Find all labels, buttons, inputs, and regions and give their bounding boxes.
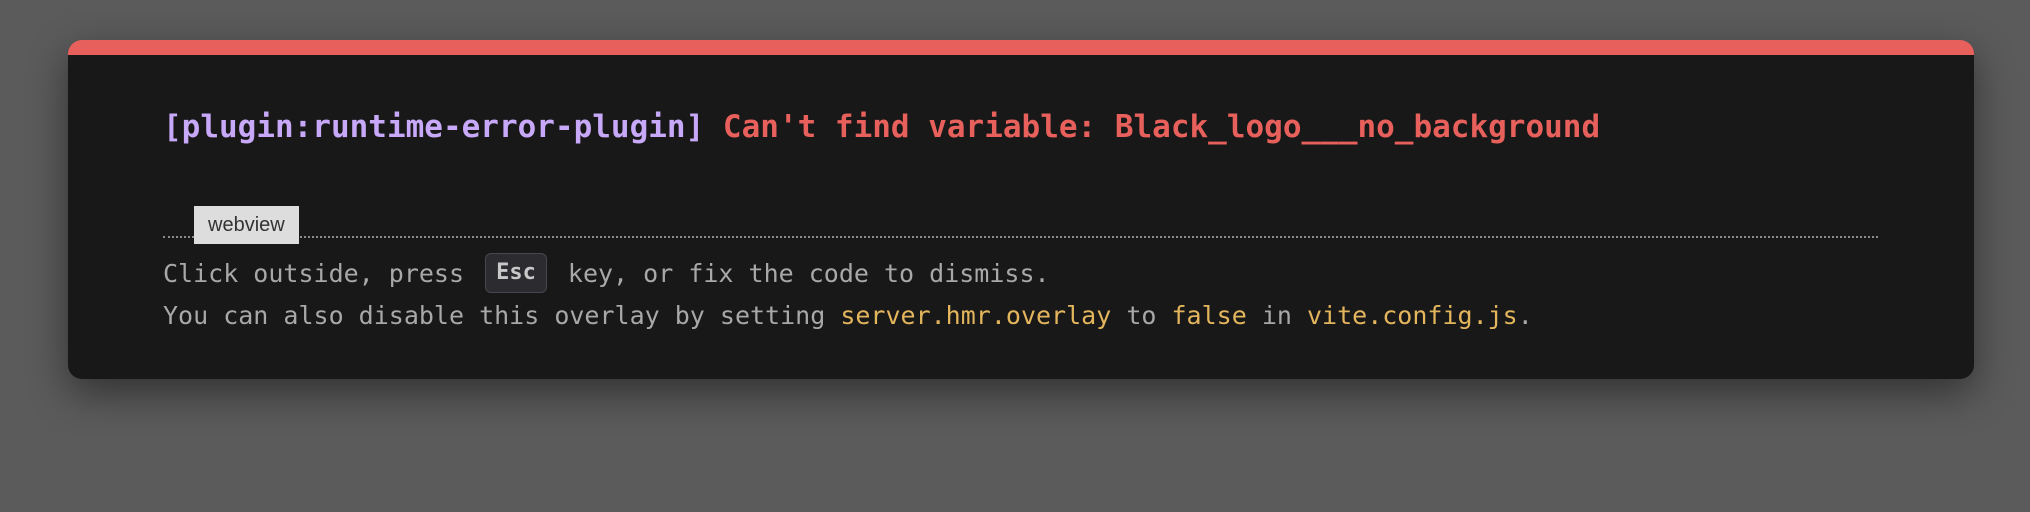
error-message-body: Can't find variable: Black_logo___no_bac… (722, 109, 1601, 145)
tip-text-before: Click outside, press (163, 259, 465, 288)
false-value-code: false (1171, 301, 1247, 330)
config-key-code: server.hmr.overlay (840, 301, 1112, 330)
disable-overlay-tip: You can also disable this overlay by set… (163, 300, 1533, 332)
tip2-text-2: to (1126, 301, 1157, 330)
frame-divider (163, 236, 1878, 238)
error-message: [plugin:runtime-error-plugin] Can't find… (163, 107, 1600, 147)
tip2-text-3: in (1261, 301, 1292, 330)
esc-key: Esc (485, 253, 547, 293)
plugin-tag: [plugin:runtime-error-plugin] (163, 109, 705, 145)
config-file-code: vite.config.js (1307, 301, 1518, 330)
error-overlay-window: [plugin:runtime-error-plugin] Can't find… (68, 40, 1974, 379)
frame-tab-webview: webview (194, 206, 299, 244)
tip2-text-1: You can also disable this overlay by set… (163, 301, 826, 330)
dismiss-tip: Click outside, press Esc key, or fix the… (163, 253, 1050, 295)
tip-text-after: key, or fix the code to dismiss. (567, 259, 1050, 288)
tip2-text-4: . (1517, 301, 1533, 330)
